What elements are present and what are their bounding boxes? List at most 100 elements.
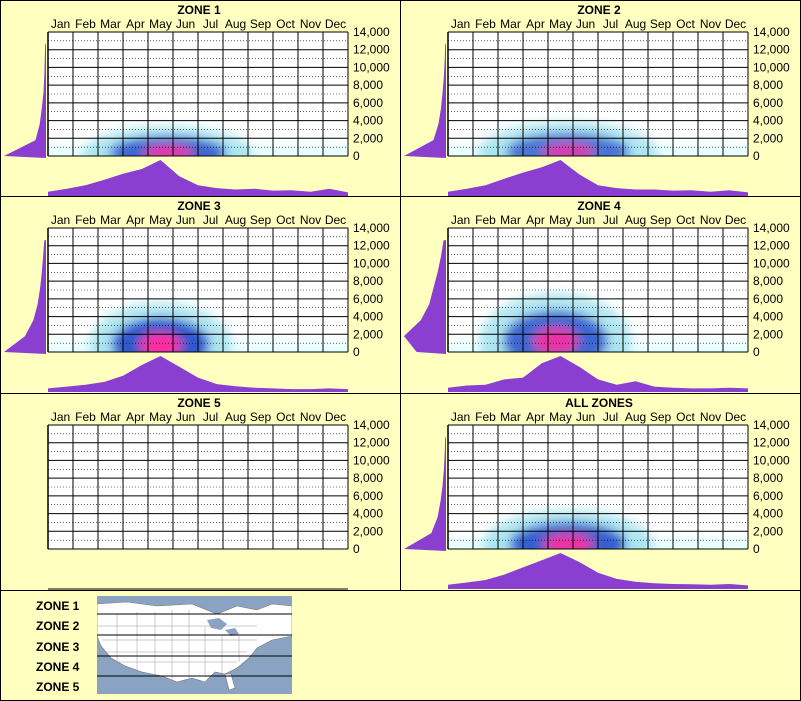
y-tick-label: 6,000 [353,489,383,503]
y-tick-label: 0 [753,542,760,556]
y-tick-label: 0 [753,345,760,359]
month-label-oct: Oct [276,17,295,31]
y-tick-label: 0 [753,149,760,163]
y-tick-label: 12,000 [353,239,390,253]
month-marginal-distribution [48,160,348,196]
month-label-jan: Jan [451,410,470,424]
heatmap-chart-zone-2: ZONE 2 Jan Feb Mar Apr May Jun Jul Aug Sep Oct Nov D… [404,3,790,196]
month-label-jul: Jul [603,213,618,227]
y-tick-label: 8,000 [753,78,783,92]
month-label-jul: Jul [203,17,218,31]
panel-zone-2: ZONE 2 Jan Feb Mar Apr May Jun Jul Aug Sep Oct Nov D… [400,0,801,197]
month-label-dec: Dec [325,213,346,227]
y-tick-label: 2,000 [353,524,383,538]
panel-zone-3: ZONE 3 Jan Feb Mar Apr May Jun Jul Aug Sep Oct Nov D… [0,196,401,394]
y-tick-label: 10,000 [353,256,390,270]
month-label-apr: Apr [526,17,545,31]
month-label-mar: Mar [500,213,521,227]
month-label-aug: Aug [625,213,646,227]
month-label-feb: Feb [475,17,496,31]
month-label-feb: Feb [75,213,96,227]
month-label-mar: Mar [500,17,521,31]
month-label-dec: Dec [325,410,346,424]
heatmap-chart-zone-4: ZONE 4 Jan Feb Mar Apr May Jun Jul Aug Sep Oct Nov D… [404,199,790,392]
month-label-jan: Jan [451,17,470,31]
month-label-mar: Mar [500,410,521,424]
heatmap-chart-zone-1: ZONE 1 Jan Feb Mar Apr May Jun Jul Aug Sep Oct Nov D… [4,3,390,196]
month-label-aug: Aug [225,17,246,31]
month-marginal-distribution [448,553,748,589]
month-label-jan: Jan [451,213,470,227]
heat-zone-core [541,144,595,156]
month-label-nov: Nov [300,410,321,424]
month-label-mar: Mar [100,410,121,424]
month-label-jun: Jun [176,17,195,31]
month-label-may: May [149,17,172,31]
y-tick-label: 14,000 [753,25,790,39]
chart-title: ZONE 2 [577,3,621,17]
month-label-apr: Apr [126,213,145,227]
value-marginal-distribution [404,44,446,158]
month-label-mar: Mar [100,17,121,31]
panel-zone-5: ZONE 5 Jan Feb Mar Apr May Jun Jul Aug Sep Oct Nov D… [0,393,401,591]
month-label-nov: Nov [700,17,721,31]
month-label-dec: Dec [725,213,746,227]
y-tick-label: 4,000 [753,507,783,521]
month-label-feb: Feb [75,410,96,424]
month-label-sep: Sep [250,17,272,31]
y-tick-label: 8,000 [753,471,783,485]
y-tick-label: 6,000 [753,489,783,503]
chart-title: ALL ZONES [565,396,633,410]
month-label-dec: Dec [725,17,746,31]
month-label-feb: Feb [475,213,496,227]
value-marginal-distribution [404,437,446,551]
month-label-jun: Jun [576,213,595,227]
month-label-nov: Nov [700,213,721,227]
month-label-apr: Apr [526,410,545,424]
chart-title: ZONE 4 [577,199,621,213]
zone-label-4: ZONE 4 [36,660,80,674]
y-tick-label: 10,000 [753,453,790,467]
zone-label-1: ZONE 1 [36,599,80,613]
month-label-oct: Oct [276,410,295,424]
y-tick-label: 14,000 [353,221,390,235]
month-label-jun: Jun [576,17,595,31]
month-label-apr: Apr [126,17,145,31]
month-label-jul: Jul [203,213,218,227]
month-label-jul: Jul [603,17,618,31]
y-tick-label: 6,000 [753,292,783,306]
month-label-aug: Aug [625,410,646,424]
y-tick-label: 2,000 [753,524,783,538]
zone-label-3: ZONE 3 [36,640,80,654]
month-label-sep: Sep [650,213,672,227]
month-label-aug: Aug [225,213,246,227]
y-tick-label: 10,000 [753,60,790,74]
y-tick-label: 0 [353,345,360,359]
y-tick-label: 12,000 [353,436,390,450]
y-tick-label: 4,000 [753,310,783,324]
month-label-oct: Oct [676,410,695,424]
zone-label-5: ZONE 5 [36,680,80,694]
heatmap-chart-zone-3: ZONE 3 Jan Feb Mar Apr May Jun Jul Aug Sep Oct Nov D… [4,199,390,392]
us-map-graphic [97,601,292,694]
month-label-jan: Jan [51,17,70,31]
chart-title: ZONE 3 [177,199,221,213]
heatmap-chart-all-zones: ALL ZONES Jan Feb Mar Apr May Jun Jul Aug Sep Oct N… [404,396,790,589]
y-tick-label: 4,000 [353,507,383,521]
heat-zone-core [139,333,182,352]
y-tick-label: 6,000 [353,96,383,110]
y-tick-label: 2,000 [753,327,783,341]
month-label-jun: Jun [576,410,595,424]
value-marginal-distribution [404,240,446,354]
y-tick-label: 6,000 [753,96,783,110]
y-tick-label: 14,000 [753,221,790,235]
month-label-apr: Apr [526,213,545,227]
month-label-may: May [549,213,572,227]
y-tick-label: 0 [353,149,360,163]
y-tick-label: 14,000 [753,418,790,432]
month-label-oct: Oct [276,213,295,227]
y-tick-label: 0 [353,542,360,556]
zone-legend: ZONE 1 ZONE 2 ZONE 3 ZONE 4 ZONE 5 [0,590,801,701]
month-label-aug: Aug [225,410,246,424]
panel-all-zones: ALL ZONES Jan Feb Mar Apr May Jun Jul Aug Sep Oct N… [400,393,801,591]
